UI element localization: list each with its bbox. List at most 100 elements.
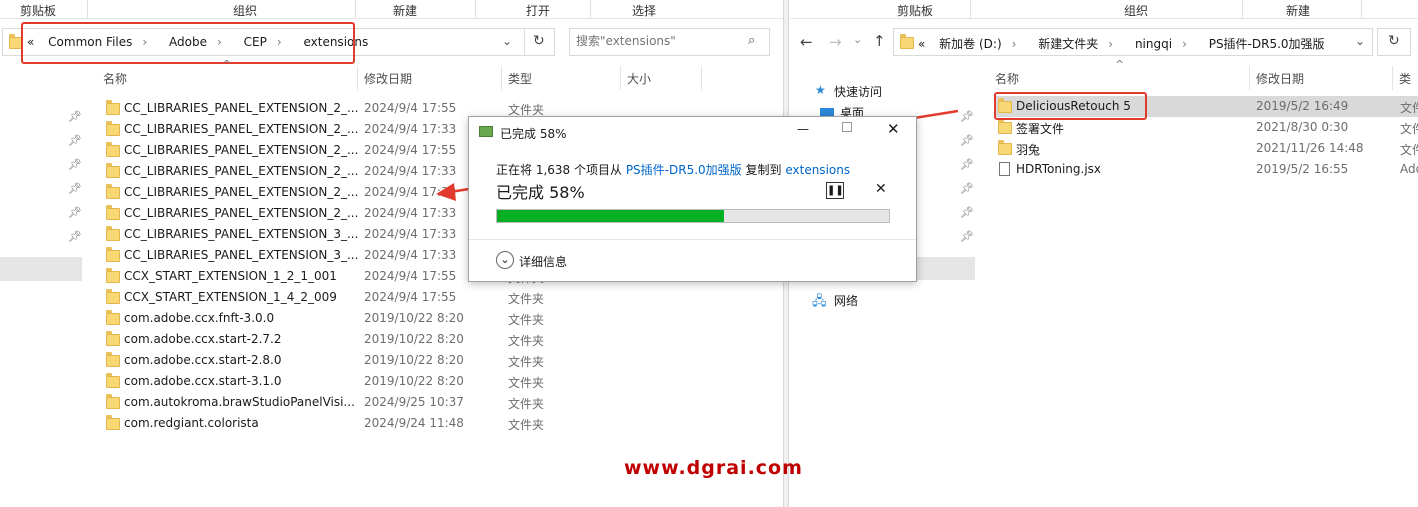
left-ribbon: 剪贴板 组织 新建 打开 选择 (0, 0, 783, 19)
network-icon: 🖧 (812, 294, 827, 309)
nav-selected-item[interactable] (0, 257, 82, 281)
file-type: 文件夹 (508, 313, 545, 327)
table-row[interactable]: com.adobe.ccx.fnft-3.0.0 2019/10/22 8:20 文… (103, 308, 703, 329)
column-size[interactable]: 大小 (627, 70, 651, 87)
watermark: www.dgrai.com (624, 457, 803, 479)
ribbon-open[interactable]: 打开 (526, 2, 550, 19)
folder-icon (998, 140, 1012, 155)
recent-chevron-icon[interactable]: ⌄ (853, 33, 862, 46)
file-name: CCX_START_EXTENSION_1_2_1_001 (124, 269, 337, 283)
breadcrumb-ningqi[interactable]: ningqi (1135, 37, 1172, 51)
table-row[interactable]: CCX_START_EXTENSION_1_4_2_009 2024/9/4 17… (103, 287, 703, 308)
source-link[interactable]: PS插件-DR5.0加强版 (626, 163, 742, 177)
table-row[interactable]: com.redgiant.colorista 2024/9/24 11:48 文件夹 (103, 413, 703, 434)
chevron-down-icon[interactable]: ⌄ (502, 34, 512, 48)
search-icon[interactable]: ⌕ (748, 33, 755, 48)
refresh-icon[interactable]: ↻ (533, 33, 545, 49)
file-name: com.adobe.ccx.start-2.8.0 (124, 353, 282, 367)
file-name: com.redgiant.colorista (124, 416, 259, 430)
column-name[interactable]: 名称 (995, 70, 1019, 87)
chevron-down-icon[interactable]: ⌄ (1355, 34, 1365, 48)
folder-icon (106, 310, 120, 325)
breadcrumb-new-folder[interactable]: 新建文件夹 (1038, 37, 1098, 51)
folder-icon (106, 352, 120, 367)
folder-icon (106, 268, 120, 283)
file-date: 2024/9/24 11:48 (364, 416, 464, 430)
ribbon-clipboard[interactable]: 剪贴板 (897, 2, 933, 19)
file-name: CC_LIBRARIES_PANEL_EXTENSION_2_... (124, 143, 359, 157)
file-date: 2019/10/22 8:20 (364, 332, 464, 346)
quick-access-label[interactable]: 快速访问 (834, 83, 882, 100)
file-date: 2024/9/4 17:33 (364, 122, 457, 136)
file-date: 2024/9/4 17:33 (364, 206, 457, 220)
breadcrumb[interactable]: « 新加卷 (D:) › 新建文件夹 › ningqi › PS插件-DR5.0加强版 (918, 35, 1335, 52)
file-type: 文件 (1400, 101, 1418, 115)
folder-icon (106, 289, 120, 304)
breadcrumb-drive-d[interactable]: 新加卷 (D:) (939, 37, 1001, 51)
file-date: 2019/5/2 16:49 (1256, 99, 1349, 113)
cancel-button[interactable]: ✕ (875, 181, 887, 197)
ribbon-new[interactable]: 新建 (393, 2, 417, 19)
pause-button[interactable]: ❚❚ (826, 182, 844, 199)
close-button[interactable]: ✕ (887, 120, 900, 138)
column-type[interactable]: 类 (1399, 70, 1411, 87)
folder-icon (106, 184, 120, 199)
file-date: 2024/9/4 17:33 (364, 227, 457, 241)
table-row[interactable]: com.adobe.ccx.start-2.7.2 2019/10/22 8:20… (103, 329, 703, 350)
file-type: 文件夹 (508, 397, 545, 411)
forward-arrow-icon[interactable]: → (829, 33, 842, 51)
file-date: 2024/9/4 17:55 (364, 143, 457, 157)
details-toggle[interactable]: 详细信息 (519, 253, 567, 270)
progress-bar (496, 209, 890, 223)
folder-icon (106, 100, 120, 115)
up-arrow-icon[interactable]: ↑ (873, 32, 886, 50)
file-type: 文件夹 (508, 355, 545, 369)
folder-icon (106, 247, 120, 262)
breadcrumb-ps-plugin[interactable]: PS插件-DR5.0加强版 (1209, 37, 1325, 51)
file-name: com.adobe.ccx.start-2.7.2 (124, 332, 282, 346)
ribbon-select[interactable]: 选择 (632, 2, 656, 19)
table-row[interactable]: com.adobe.ccx.start-3.1.0 2019/10/22 8:20… (103, 371, 703, 392)
folder-icon (106, 121, 120, 136)
table-row[interactable]: com.adobe.ccx.start-2.8.0 2019/10/22 8:20… (103, 350, 703, 371)
refresh-icon[interactable]: ↻ (1388, 33, 1400, 49)
file-date: 2024/9/4 17:33 (364, 185, 457, 199)
left-search-box[interactable]: ⌕ (569, 28, 770, 56)
nav-selected-item[interactable] (917, 257, 975, 280)
table-row[interactable]: 签署文件 2021/8/30 0:30 文件 (995, 117, 1418, 138)
ribbon-clipboard[interactable]: 剪贴板 (20, 2, 56, 19)
maximize-button[interactable] (842, 122, 852, 132)
column-date[interactable]: 修改日期 (364, 70, 412, 87)
pin-icon: 📌︎ (960, 134, 974, 147)
file-type: Ado (1400, 162, 1418, 176)
destination-link[interactable]: extensions (785, 163, 850, 177)
highlight-delicious-retouch (994, 92, 1147, 120)
ribbon-organize[interactable]: 组织 (1124, 2, 1148, 19)
ribbon-organize[interactable]: 组织 (233, 2, 257, 19)
table-row[interactable]: HDRToning.jsx 2019/5/2 16:55 Ado (995, 159, 1418, 180)
file-date: 2024/9/4 17:33 (364, 164, 457, 178)
search-input[interactable] (576, 34, 746, 48)
column-date[interactable]: 修改日期 (1256, 70, 1304, 87)
ribbon-new[interactable]: 新建 (1286, 2, 1310, 19)
minimize-button[interactable]: — (797, 122, 809, 136)
copy-icon (479, 126, 493, 137)
pin-icon: 📌︎ (68, 230, 82, 243)
network-label[interactable]: 网络 (834, 292, 858, 309)
breadcrumb-overflow[interactable]: « (918, 37, 925, 51)
back-arrow-icon[interactable]: ← (800, 33, 813, 51)
folder-icon (106, 415, 120, 430)
right-address-bar[interactable]: « 新加卷 (D:) › 新建文件夹 › ningqi › PS插件-DR5.0加强版… (893, 28, 1373, 56)
highlight-left-path (21, 22, 355, 64)
file-date: 2024/9/4 17:55 (364, 269, 457, 283)
file-name: HDRToning.jsx (1016, 162, 1102, 176)
table-row[interactable]: 羽兔 2021/11/26 14:48 文件 (995, 138, 1418, 159)
file-name: CC_LIBRARIES_PANEL_EXTENSION_2_... (124, 164, 359, 178)
column-type[interactable]: 类型 (508, 70, 532, 87)
expand-chevron-icon[interactable]: ⌄ (496, 251, 514, 269)
column-name[interactable]: 名称 (103, 70, 127, 87)
file-type: 文件夹 (508, 376, 545, 390)
right-refresh-box[interactable]: ↻ (1377, 28, 1411, 56)
table-row[interactable]: com.autokroma.brawStudioPanelVisi... 2024… (103, 392, 703, 413)
pin-icon: 📌︎ (960, 206, 974, 219)
